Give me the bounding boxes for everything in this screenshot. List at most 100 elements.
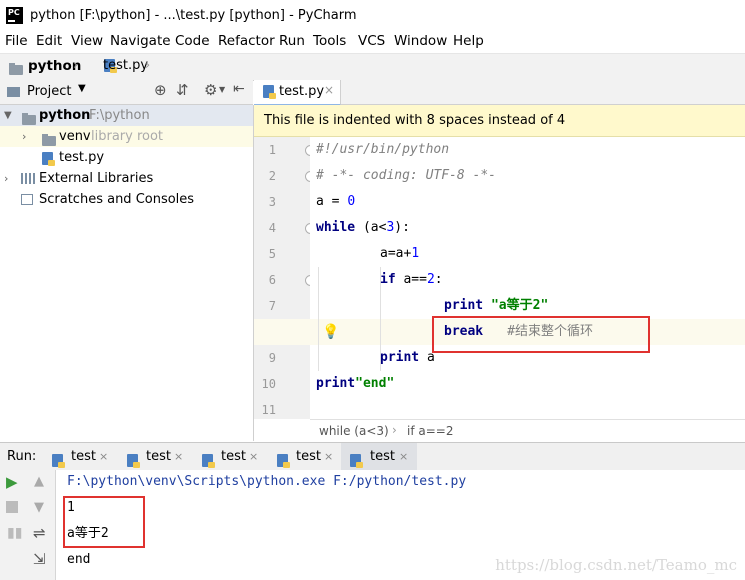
close-icon[interactable]: × (399, 443, 408, 470)
expand-arrow-icon[interactable]: ▼ (4, 105, 12, 126)
project-view-icon (7, 87, 20, 97)
code-token: : (434, 272, 443, 287)
tree-item-path: F:\python (89, 108, 150, 123)
line-number: 3 (268, 195, 276, 209)
close-icon[interactable]: × (99, 443, 108, 470)
close-icon[interactable]: × (324, 83, 334, 97)
line-number: 5 (268, 247, 276, 261)
gear-dropdown-icon[interactable]: ▼ (219, 85, 225, 94)
breadcrumb-if[interactable]: if a==2 (407, 424, 453, 438)
run-tab-3[interactable]: test × (196, 443, 266, 470)
tree-item-label: test.py (59, 150, 105, 165)
run-tab-1[interactable]: test × (46, 443, 116, 470)
line-number: 7 (268, 299, 276, 313)
code-token: "end" (355, 376, 395, 391)
breadcrumb-while[interactable]: while (a<3) (319, 424, 389, 438)
run-play-icon[interactable]: ▶ (6, 473, 18, 491)
code-line-2: # -*- coding: UTF-8 -*- (310, 163, 745, 189)
console-output-line: end (67, 552, 91, 567)
code-line-10: print"end" (310, 371, 745, 397)
editor-gutter: 1 2 3 4 5 6 7 8 9 10 11 (254, 137, 316, 419)
run-toolbar: ▶ ▲ ▼ ▮▮ ⇌ ⇲ (0, 470, 56, 580)
title-bar: PC python [F:\python] - ...\test.py [pyt… (0, 0, 745, 31)
hide-panel-icon[interactable]: ⇤ (233, 81, 245, 97)
arrow-up-icon[interactable]: ▲ (34, 474, 44, 489)
run-tab-label: test (370, 449, 395, 464)
breadcrumb-file[interactable]: test.py (103, 58, 148, 73)
code-token: #!/usr/bin/python (316, 142, 450, 157)
menu-run[interactable]: Run (279, 33, 305, 49)
run-tab-5-active[interactable]: test × (341, 443, 417, 470)
tree-item-test-py[interactable]: test.py (0, 147, 253, 168)
project-panel-title[interactable]: Project (27, 84, 71, 99)
menu-window[interactable]: Window (394, 33, 447, 49)
scroll-to-end-icon[interactable]: ⇲ (33, 550, 46, 568)
libraries-icon (21, 173, 35, 184)
menu-tools[interactable]: Tools (313, 33, 346, 49)
tab-test-py[interactable]: test.py × (254, 80, 341, 106)
dropdown-arrow-icon[interactable]: ▼ (78, 83, 86, 94)
console-command: F:\python\venv\Scripts\python.exe F:/pyt… (67, 474, 467, 489)
python-file-icon (127, 454, 140, 468)
code-editor[interactable]: #!/usr/bin/python # -*- coding: UTF-8 -*… (254, 137, 745, 419)
close-icon[interactable]: × (174, 443, 183, 470)
menu-navigate[interactable]: Navigate (110, 33, 171, 49)
code-token: print (316, 376, 356, 391)
arrow-down-icon[interactable]: ▼ (34, 500, 44, 515)
python-file-icon (202, 454, 215, 468)
collapse-arrow-icon[interactable]: › (22, 126, 26, 147)
menu-code[interactable]: Code (175, 33, 210, 49)
line-number: 6 (268, 273, 276, 287)
line-number: 2 (268, 169, 276, 183)
run-tab-label: test (146, 449, 171, 464)
menu-refactor[interactable]: Refactor (218, 33, 275, 49)
project-tree: ▼ python F:\python › venv library root t… (0, 105, 254, 441)
chevron-right-icon: › (145, 58, 151, 73)
run-panel-header: Run: test × test × test × test × test × (0, 442, 745, 471)
code-token: a=a+ (380, 246, 412, 261)
tree-item-scratches[interactable]: Scratches and Consoles (0, 189, 253, 210)
code-token: print (444, 298, 484, 313)
collapse-all-icon[interactable]: ⇵ (176, 81, 189, 99)
code-line-4: while (a<3): (310, 215, 745, 241)
chevron-right-icon: › (392, 423, 397, 437)
tree-item-venv[interactable]: › venv library root (0, 126, 253, 147)
scratches-icon (21, 194, 33, 205)
tree-item-external-libraries[interactable]: › External Libraries (0, 168, 253, 189)
close-icon[interactable]: × (324, 443, 333, 470)
menu-view[interactable]: View (71, 33, 103, 49)
code-token: # -*- coding: UTF-8 -*- (316, 168, 497, 183)
tree-item-python[interactable]: ▼ python F:\python (0, 105, 253, 126)
python-file-icon (277, 454, 290, 468)
line-number: 9 (268, 351, 276, 365)
pause-icon[interactable]: ▮▮ (7, 525, 22, 541)
menu-edit[interactable]: Edit (36, 33, 62, 49)
python-file-icon (350, 454, 363, 468)
project-panel-header: Project ▼ ⊕ ⇵ ⚙ ▼ ⇤ (0, 80, 253, 105)
python-file-icon (263, 85, 276, 99)
run-label: Run: (7, 449, 37, 464)
code-token: if (380, 272, 396, 287)
tree-item-label: venv (59, 129, 91, 144)
close-icon[interactable]: × (249, 443, 258, 470)
run-tab-2[interactable]: test × (121, 443, 191, 470)
chevron-right-icon: › (73, 58, 79, 73)
run-tab-4[interactable]: test × (271, 443, 341, 470)
line-number: 1 (268, 143, 276, 157)
collapse-arrow-icon[interactable]: › (4, 168, 8, 189)
menu-file[interactable]: File (5, 33, 28, 49)
soft-wrap-icon[interactable]: ⇌ (33, 524, 46, 542)
code-token: 1 (411, 246, 420, 261)
code-line-3: a = 0 (310, 189, 745, 215)
lightbulb-icon[interactable]: 💡 (322, 319, 339, 345)
indent-notice-text: This file is indented with 8 spaces inst… (264, 113, 566, 128)
stop-icon[interactable] (6, 501, 18, 513)
code-token: "a等于2" (490, 298, 549, 313)
menu-vcs[interactable]: VCS (358, 33, 385, 49)
gear-icon[interactable]: ⚙ (204, 81, 217, 99)
tree-item-note: library root (91, 129, 164, 144)
folder-icon (22, 113, 36, 125)
menu-help[interactable]: Help (453, 33, 484, 49)
locate-icon[interactable]: ⊕ (154, 81, 167, 99)
editor-tab-bar: test.py × (254, 80, 745, 106)
